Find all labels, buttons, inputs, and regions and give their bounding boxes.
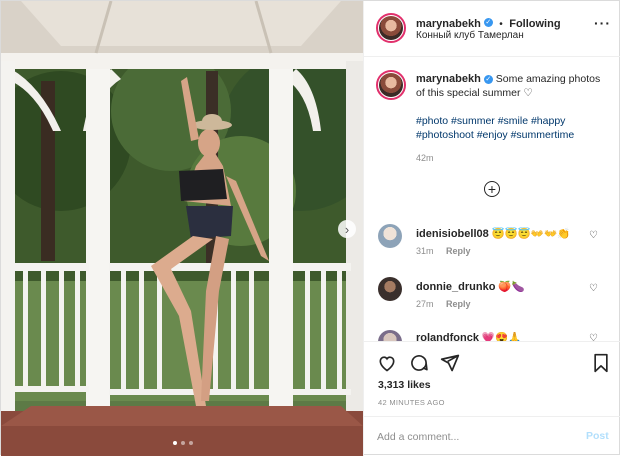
comment-text: 💗😍🙏 xyxy=(481,332,522,341)
author-avatar[interactable] xyxy=(379,16,403,40)
comment-text: 😇😇😇👐👐👏 xyxy=(491,228,571,240)
post-actions: 3,313 likes 42 MINUTES AGO xyxy=(364,341,620,417)
comment-body: donnie_drunko 🍑🍆 xyxy=(416,280,525,293)
verified-badge-icon: ✓ xyxy=(483,18,493,28)
save-bookmark-icon[interactable] xyxy=(590,352,612,374)
post-comment-button[interactable]: Post xyxy=(586,430,609,442)
comment-meta: 31m Reply xyxy=(416,246,481,256)
add-comment-bar: Post xyxy=(364,416,620,457)
post-location[interactable]: Конный клуб Тамерлан xyxy=(416,30,524,41)
add-comment-input[interactable] xyxy=(377,428,567,446)
comment-meta: 27m Reply xyxy=(416,299,481,309)
comment-like-heart-icon[interactable]: ♡ xyxy=(589,230,598,241)
post-side-panel: marynabekh ✓ • Following Конный клуб Таме… xyxy=(363,1,620,456)
like-heart-icon[interactable] xyxy=(376,352,398,374)
share-send-icon[interactable] xyxy=(439,352,461,374)
carousel-dot-1 xyxy=(173,441,177,445)
caption-time: 42m xyxy=(416,153,434,163)
comment-item: rolandfonck 💗😍🙏 ♡ xyxy=(364,330,620,341)
comment-body: idenisiobell08 😇😇😇👐👐👏 xyxy=(416,227,570,240)
caption-username[interactable]: marynabekh xyxy=(416,73,481,85)
caption-avatar[interactable] xyxy=(379,73,403,97)
comment-like-heart-icon[interactable]: ♡ xyxy=(589,333,598,341)
caption-verified-badge-icon: ✓ xyxy=(483,74,493,84)
comment-item: idenisiobell08 😇😇😇👐👐👏 31m Reply ♡ xyxy=(364,224,620,264)
commenter-avatar[interactable] xyxy=(378,277,402,301)
post-modal: › marynabekh ✓ • Following Конный клуб Та… xyxy=(0,0,620,456)
comment-reply-button[interactable]: Reply xyxy=(446,299,471,309)
caption: marynabekh ✓ Some amazing photos of this … xyxy=(416,72,611,100)
caption-hashtags[interactable]: #photo #summer #smile #happy #photoshoot… xyxy=(416,114,606,142)
more-options-icon[interactable]: ··· xyxy=(594,15,611,31)
comment-time: 27m xyxy=(416,299,434,309)
load-more-comments-icon[interactable]: + xyxy=(484,181,500,197)
likes-count[interactable]: 3,313 likes xyxy=(378,379,431,391)
comment-bubble-icon[interactable] xyxy=(408,352,430,374)
next-photo-button[interactable]: › xyxy=(338,220,356,238)
following-button[interactable]: Following xyxy=(509,18,560,30)
comment-like-heart-icon[interactable]: ♡ xyxy=(589,283,598,294)
comment-username[interactable]: idenisiobell08 xyxy=(416,228,489,240)
carousel-dot-2 xyxy=(181,441,185,445)
carousel-indicator xyxy=(173,441,193,445)
comment-reply-button[interactable]: Reply xyxy=(446,246,471,256)
author-username[interactable]: marynabekh xyxy=(416,18,481,30)
comment-text: 🍑🍆 xyxy=(498,281,525,293)
comment-username[interactable]: rolandfonck xyxy=(416,332,479,341)
commenter-avatar[interactable] xyxy=(378,224,402,248)
carousel-dot-3 xyxy=(189,441,193,445)
gazebo-photo-image xyxy=(1,1,363,456)
comment-username[interactable]: donnie_drunko xyxy=(416,281,495,293)
commenter-avatar[interactable] xyxy=(378,330,402,341)
comment-time: 31m xyxy=(416,246,434,256)
post-photo[interactable]: › xyxy=(1,1,363,456)
post-timestamp: 42 MINUTES AGO xyxy=(378,398,445,407)
comment-body: rolandfonck 💗😍🙏 xyxy=(416,331,521,341)
comment-item: donnie_drunko 🍑🍆 27m Reply ♡ xyxy=(364,277,620,317)
header-separator: • xyxy=(499,19,503,30)
post-header: marynabekh ✓ • Following Конный клуб Таме… xyxy=(364,1,620,57)
